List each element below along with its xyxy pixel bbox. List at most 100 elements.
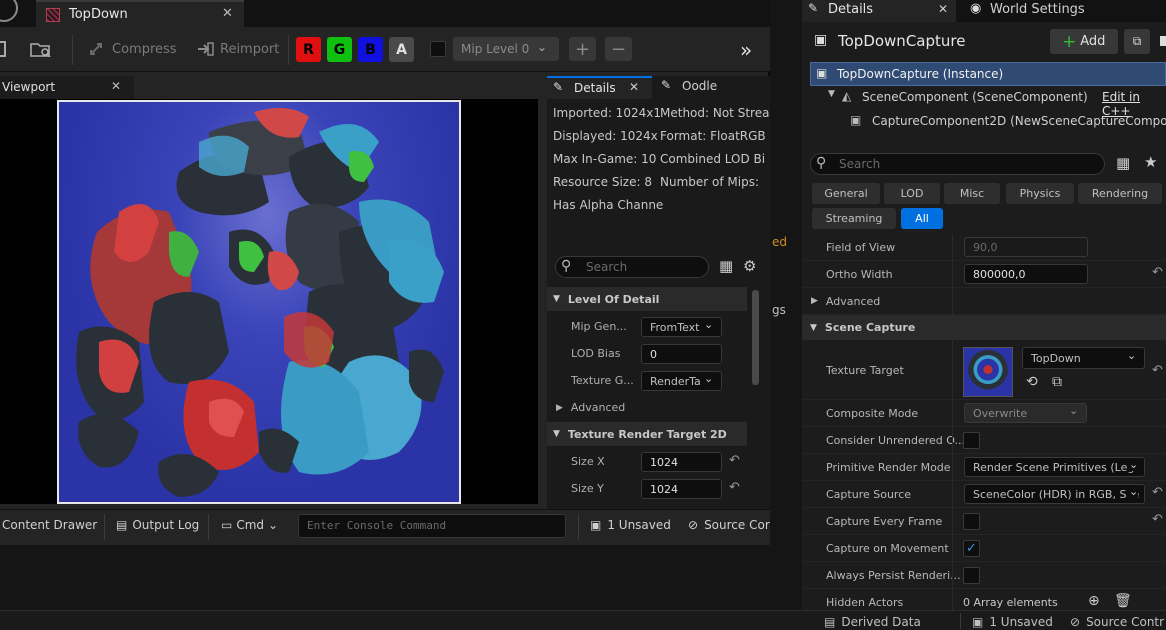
divider [208,514,209,540]
ortho-width-input[interactable]: 800000,0 [964,264,1088,284]
texture-thumbnail[interactable] [963,347,1013,397]
trash-icon[interactable]: 🗑 [1114,593,1132,609]
tab-viewport[interactable]: Viewport ✕ [0,76,134,99]
add-element-icon[interactable]: ⊕ [1088,593,1100,609]
unsaved-button[interactable]: ▣ 1 Unsaved [972,615,1053,629]
info-has-alpha: Has Alpha Channe [553,198,664,212]
console-command-input[interactable]: Enter Console Command [298,514,566,538]
search-input[interactable]: ⚲ Search [555,256,709,278]
reset-arrow-icon[interactable]: ↶ [729,480,740,495]
mip-level-dropdown[interactable]: Mip Level 0 ⌄ [453,37,559,61]
size-x-input[interactable]: 1024 [641,452,722,472]
settings-gear-icon[interactable]: ⚙ [743,257,756,275]
close-tab-icon[interactable]: ✕ [938,2,948,16]
capture-on-movement-checkbox[interactable]: ✓ [963,540,980,557]
reimport-button[interactable]: Reimport [196,41,279,57]
tab-topdown[interactable]: TopDown ✕ [36,0,244,27]
tab-world-settings[interactable]: ◉ World Settings [964,0,1114,22]
reset-arrow-icon[interactable]: ↶ [1152,265,1163,280]
green-channel-toggle[interactable]: G [327,37,352,62]
alpha-channel-toggle[interactable]: A [389,37,414,62]
table-view-icon[interactable]: ▦ [719,257,733,275]
field-of-view-input[interactable]: 90,0 [964,237,1088,257]
tab-world-settings-label: World Settings [990,2,1085,17]
prop-label: Mip Gen... [571,320,627,333]
advanced-row[interactable]: ▶ Advanced [547,394,747,421]
unsaved-label: 1 Unsaved [989,615,1053,629]
always-persist-checkbox[interactable] [963,567,980,584]
filter-all[interactable]: All [901,208,943,229]
close-tab-icon[interactable]: ✕ [629,80,639,94]
texture-target-dropdown[interactable]: TopDown ⌄ [1022,347,1145,369]
database-icon: ▤ [824,615,836,629]
texture-group-dropdown[interactable]: RenderTa ⌄ [641,371,722,391]
background-text: gs [772,303,786,317]
filter-misc[interactable]: Misc [944,183,1000,204]
filter-general[interactable]: General [812,183,880,204]
tree-item-instance[interactable]: ▣ TopDownCapture (Instance) [810,62,1166,86]
browse-folder-icon[interactable] [30,41,52,57]
reset-arrow-icon[interactable]: ↶ [729,453,740,468]
advanced-label: Advanced [570,401,626,414]
browse-asset-icon[interactable]: ⧉ [1052,374,1062,390]
prop-label: Consider Unrendered O... [826,433,965,447]
mip-decrease-button[interactable]: − [605,37,632,61]
tree-item-scene-component[interactable]: ▼ ◭ SceneComponent (SceneComponent) Edit… [810,86,1166,118]
favorite-star-icon[interactable]: ★ [1144,153,1157,171]
tab-details[interactable]: ✎ Details ✕ [547,76,652,99]
use-selected-arrow-icon[interactable]: ⟲ [1026,374,1038,390]
table-view-icon[interactable]: ▦ [1116,154,1130,172]
blueprint-button[interactable]: ⧉ [1124,29,1150,54]
toolbar-overflow-icon[interactable]: » [740,38,752,62]
filter-streaming[interactable]: Streaming [812,208,896,229]
compress-button[interactable]: Compress [88,41,177,57]
cmd-dropdown[interactable]: ▭ Cmd ⌄ [221,518,278,532]
close-tab-icon[interactable]: ✕ [111,79,121,93]
column-splitter[interactable] [952,234,953,610]
filter-rendering[interactable]: Rendering [1078,183,1162,204]
scrollbar[interactable] [752,290,759,385]
output-log-button[interactable]: ▤ Output Log [116,518,199,532]
blue-channel-toggle[interactable]: B [358,37,383,62]
reset-arrow-icon[interactable]: ↶ [1152,485,1163,500]
texture-viewport[interactable] [0,99,538,504]
category-scene-capture[interactable]: ▼ Scene Capture [802,315,1166,340]
reset-arrow-icon[interactable]: ↶ [1152,512,1163,527]
size-y-input[interactable]: 1024 [641,479,722,499]
filter-physics[interactable]: Physics [1006,183,1074,204]
mip-increase-button[interactable]: + [569,37,596,61]
capture-source-dropdown[interactable]: SceneColor (HDR) in RGB, Sce ⌄ [964,484,1145,504]
prop-label: Primitive Render Mode [826,460,951,474]
mip-level-checkbox[interactable] [430,41,446,57]
lod-bias-input[interactable]: 0 [641,344,722,364]
pencil-icon: ✎ [661,78,672,92]
mip-gen-dropdown[interactable]: FromText ⌄ [641,317,722,337]
category-texture-render-target-2d[interactable]: ▼ Texture Render Target 2D [547,422,747,446]
category-level-of-detail[interactable]: ▼ Level Of Detail [547,287,747,311]
add-component-button[interactable]: + Add [1050,29,1118,54]
source-control-button[interactable]: ⊘ Source Contr [1070,615,1166,629]
advanced-row[interactable]: ▶ Advanced [802,288,1166,315]
primitive-render-mode-dropdown[interactable]: Render Scene Primitives (Leg ⌄ [964,457,1145,477]
source-control-button[interactable]: ⊘ Source Cor [688,518,770,532]
tab-oodle[interactable]: ✎ Oodle [655,76,770,99]
content-drawer-button[interactable]: Content Drawer [2,518,97,532]
composite-mode-dropdown[interactable]: Overwrite ⌄ [964,403,1087,423]
prop-label: Texture G... [571,374,634,387]
red-channel-toggle[interactable]: R [296,37,321,62]
close-tab-icon[interactable]: ✕ [222,6,233,21]
filter-lod[interactable]: LOD [884,183,940,204]
prop-capture-every-frame: Capture Every Frame [802,508,1166,535]
overflow-icon[interactable] [1160,36,1166,46]
save-icon[interactable] [0,41,6,57]
details-search-input[interactable]: ⚲ Search [810,153,1105,175]
unsaved-icon: ▣ [590,518,602,532]
prop-label: Hidden Actors [826,595,904,609]
reset-arrow-icon[interactable]: ↶ [1152,363,1163,378]
tab-details[interactable]: ✎ Details ✕ [802,0,956,22]
tree-item-capture-component[interactable]: ▣ CaptureComponent2D (NewSceneCaptureCom… [810,110,1166,134]
consider-unrendered-checkbox[interactable] [963,432,980,449]
derived-data-button[interactable]: ▤ Derived Data [824,615,921,629]
capture-every-frame-checkbox[interactable] [963,513,980,530]
unsaved-button[interactable]: ▣ 1 Unsaved [590,518,671,532]
